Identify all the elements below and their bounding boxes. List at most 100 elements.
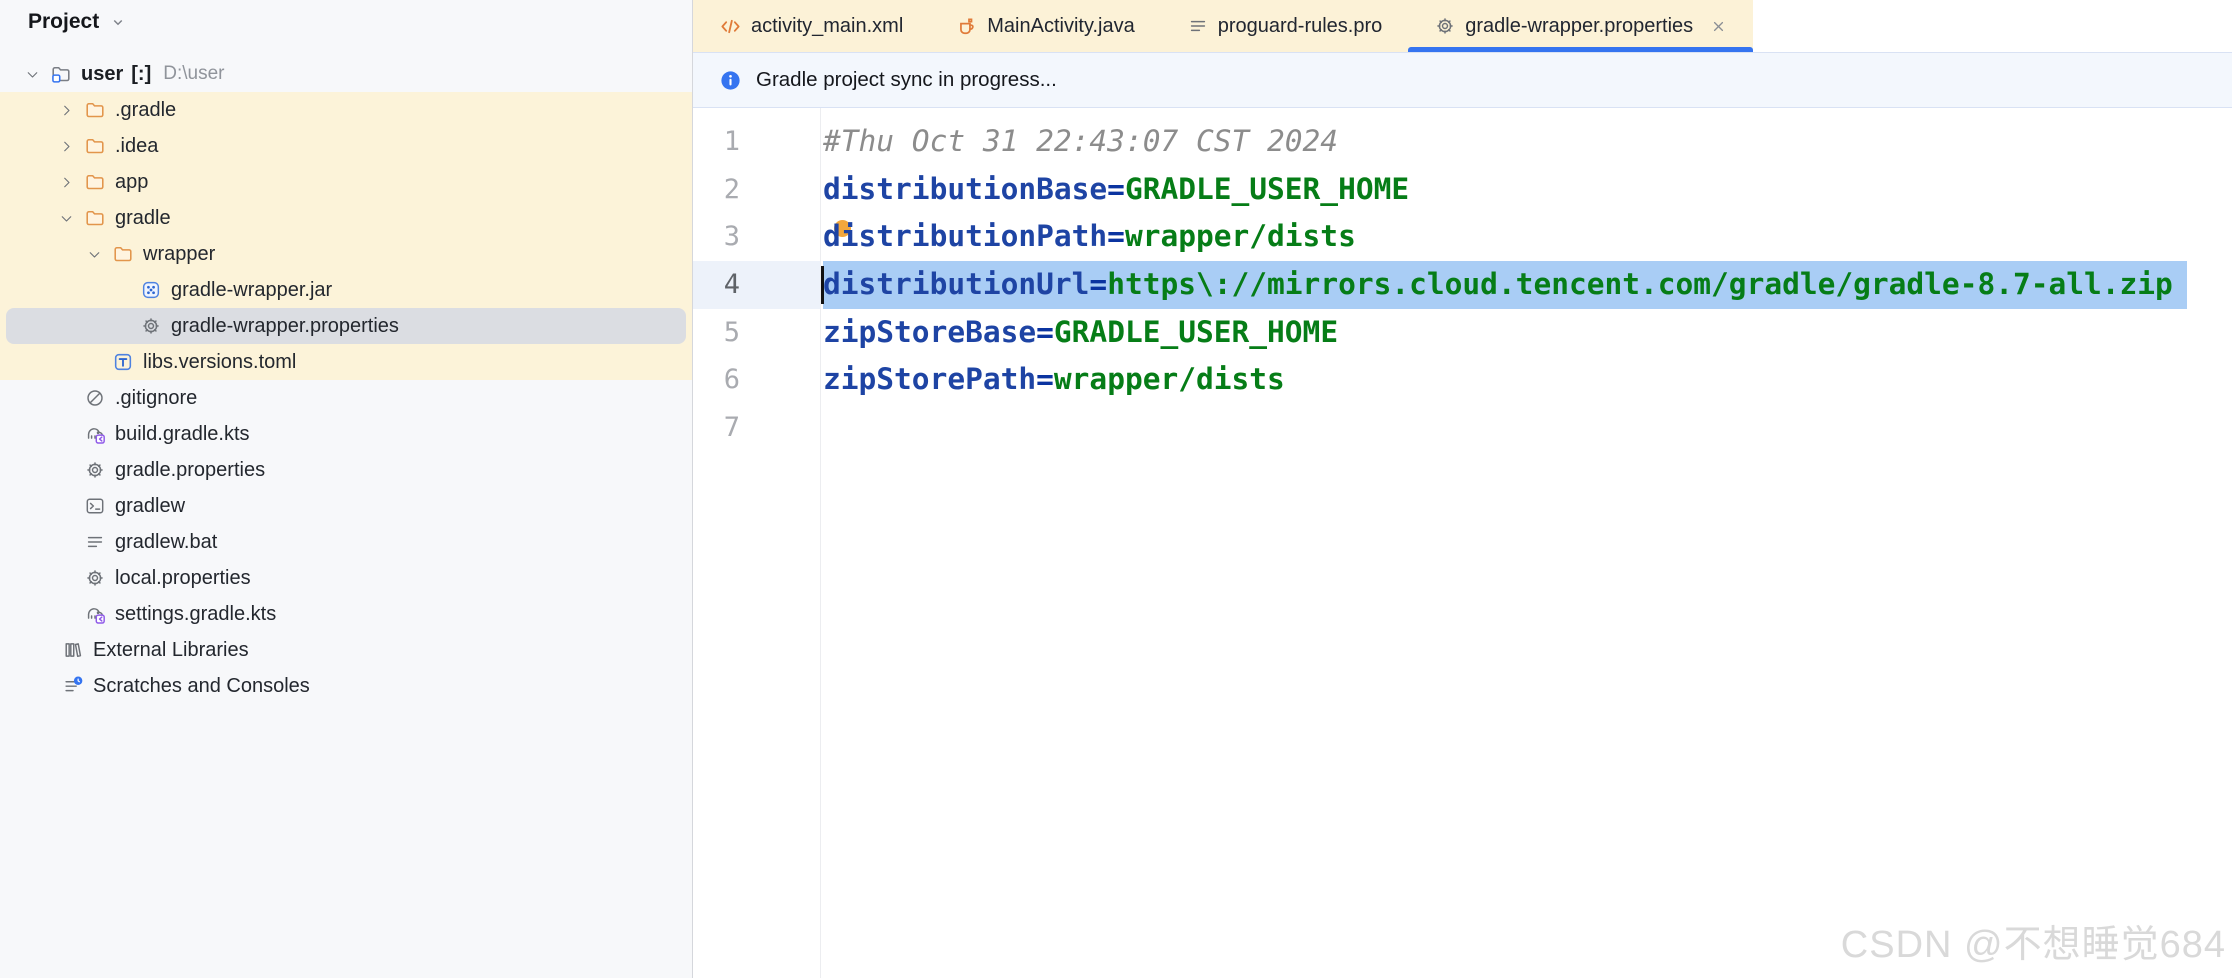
code-text[interactable]: distributionUrl=https\://mirrors.cloud.t… bbox=[820, 261, 2187, 309]
tree-item-app[interactable]: app bbox=[0, 164, 692, 200]
line-number[interactable]: 3 bbox=[693, 213, 820, 261]
tree-item-libs-versions-toml[interactable]: libs.versions.toml bbox=[0, 344, 692, 380]
ide-window: Project user[:]D:\user .gradle .idea app gra… bbox=[0, 0, 2232, 978]
gear-icon bbox=[84, 459, 106, 481]
ignore-icon bbox=[84, 387, 106, 409]
code-editor[interactable]: 1#Thu Oct 31 22:43:07 CST 20242distribut… bbox=[693, 108, 2232, 978]
property-value: wrapper/dists bbox=[1125, 219, 1356, 253]
toml-icon bbox=[112, 351, 134, 373]
tree-item-label: build.gradle.kts bbox=[115, 423, 250, 446]
xml-icon bbox=[719, 15, 742, 38]
code-text[interactable]: distributionPath=wrapper/dists bbox=[820, 213, 1356, 261]
folder-icon bbox=[84, 171, 106, 193]
tree-item-gradlew[interactable]: gradlew bbox=[0, 488, 692, 524]
gear-icon bbox=[1434, 15, 1456, 37]
code-line-6[interactable]: 6zipStorePath=wrapper/dists bbox=[693, 356, 2232, 404]
tree-item-label: gradle bbox=[115, 207, 171, 230]
tree-item-label: gradle-wrapper.jar bbox=[171, 279, 332, 302]
gear-icon bbox=[84, 567, 106, 589]
chevron-down-icon[interactable] bbox=[82, 242, 106, 266]
gradle-kts-icon bbox=[84, 603, 106, 625]
chevron-right-icon[interactable] bbox=[54, 170, 78, 194]
tree-item-idea[interactable]: .idea bbox=[0, 128, 692, 164]
code-line-3[interactable]: 3distributionPath=wrapper/dists bbox=[693, 213, 2232, 261]
editor-tabs: activity_main.xmlMainActivity.java progua… bbox=[693, 0, 1753, 52]
tree-item-user[interactable]: user[:]D:\user bbox=[0, 56, 692, 92]
tree-item-label: gradlew bbox=[115, 495, 185, 518]
line-number[interactable]: 4 bbox=[693, 261, 820, 309]
line-number[interactable]: 7 bbox=[693, 404, 820, 452]
editor-lines: 1#Thu Oct 31 22:43:07 CST 20242distribut… bbox=[693, 108, 2232, 452]
tree-item-scratches-and-consoles[interactable]: Scratches and Consoles bbox=[0, 668, 692, 704]
line-number[interactable]: 1 bbox=[693, 118, 820, 166]
tree-item-label: .gradle bbox=[115, 99, 176, 122]
tab-label: gradle-wrapper.properties bbox=[1465, 15, 1693, 38]
gradle-kts-icon bbox=[84, 423, 106, 445]
tree-item-external-libraries[interactable]: External Libraries bbox=[0, 632, 692, 668]
tree-item-label: settings.gradle.kts bbox=[115, 603, 276, 626]
code-line-1[interactable]: 1#Thu Oct 31 22:43:07 CST 2024 bbox=[693, 118, 2232, 166]
folder-icon bbox=[84, 99, 106, 121]
chevron-right-icon[interactable] bbox=[54, 134, 78, 158]
tree-item-gradle[interactable]: gradle bbox=[0, 200, 692, 236]
property-key: distributionPath bbox=[823, 219, 1107, 253]
project-panel-header: Project bbox=[0, 0, 692, 44]
tab-gradle-wrapper-properties[interactable]: gradle-wrapper.properties bbox=[1408, 0, 1753, 52]
code-line-4[interactable]: 4distributionUrl=https\://mirrors.cloud.… bbox=[693, 261, 2232, 309]
code-text[interactable]: zipStorePath=wrapper/dists bbox=[820, 356, 1285, 404]
property-separator: = bbox=[1036, 315, 1054, 349]
tree-item-local-properties[interactable]: local.properties bbox=[0, 560, 692, 596]
tab-mainactivity-java[interactable]: MainActivity.java bbox=[929, 0, 1160, 52]
line-number[interactable]: 6 bbox=[693, 356, 820, 404]
tree-item-gitignore[interactable]: .gitignore bbox=[0, 380, 692, 416]
code-text[interactable]: distributionBase=GRADLE_USER_HOME bbox=[820, 166, 1409, 214]
tab-proguard-rules-pro[interactable]: proguard-rules.pro bbox=[1161, 0, 1409, 52]
project-path: D:\user bbox=[163, 63, 224, 85]
project-tree: user[:]D:\user .gradle .idea app gradle wrapp… bbox=[0, 56, 692, 704]
close-tab-icon[interactable] bbox=[1710, 18, 1727, 35]
property-key: distributionBase bbox=[823, 172, 1107, 206]
java-icon bbox=[955, 15, 978, 38]
code-line-5[interactable]: 5zipStoreBase=GRADLE_USER_HOME bbox=[693, 309, 2232, 357]
tree-item-label: Scratches and Consoles bbox=[93, 675, 310, 698]
tree-item-gradle-wrapper-jar[interactable]: gradle-wrapper.jar bbox=[0, 272, 692, 308]
code-text[interactable]: #Thu Oct 31 22:43:07 CST 2024 bbox=[820, 118, 1338, 166]
tree-item-settings-gradle-kts[interactable]: settings.gradle.kts bbox=[0, 596, 692, 632]
tab-activity-main-xml[interactable]: activity_main.xml bbox=[693, 0, 929, 52]
property-value: GRADLE_USER_HOME bbox=[1125, 172, 1409, 206]
chevron-down-icon[interactable] bbox=[109, 13, 127, 31]
tree-item-gradle[interactable]: .gradle bbox=[0, 92, 692, 128]
tree-item-label: libs.versions.toml bbox=[143, 351, 296, 374]
gear-icon bbox=[140, 315, 162, 337]
tree-item-wrapper[interactable]: wrapper bbox=[0, 236, 692, 272]
lines-icon bbox=[84, 531, 106, 553]
line-number[interactable]: 5 bbox=[693, 309, 820, 357]
selection-highlight: distributionUrl=https\://mirrors.cloud.t… bbox=[823, 261, 2187, 309]
panel-title[interactable]: Project bbox=[28, 10, 99, 34]
tree-item-build-gradle-kts[interactable]: build.gradle.kts bbox=[0, 416, 692, 452]
code-text[interactable] bbox=[820, 404, 823, 452]
info-icon bbox=[719, 69, 742, 92]
chevron-down-icon[interactable] bbox=[20, 62, 44, 86]
property-key: zipStorePath bbox=[823, 362, 1036, 396]
code-text[interactable]: zipStoreBase=GRADLE_USER_HOME bbox=[820, 309, 1338, 357]
comment-text: #Thu Oct 31 22:43:07 CST 2024 bbox=[823, 124, 1338, 158]
tree-item-gradle-properties[interactable]: gradle.properties bbox=[0, 452, 692, 488]
scratches-icon bbox=[62, 675, 84, 697]
tab-label: proguard-rules.pro bbox=[1218, 15, 1383, 38]
chevron-down-icon[interactable] bbox=[54, 206, 78, 230]
tree-item-gradlew-bat[interactable]: gradlew.bat bbox=[0, 524, 692, 560]
library-icon bbox=[62, 639, 84, 661]
tree-item-label: app bbox=[115, 171, 148, 194]
tree-item-gradle-wrapper-properties[interactable]: gradle-wrapper.properties bbox=[0, 308, 692, 344]
code-line-7[interactable]: 7 bbox=[693, 404, 2232, 452]
editor-pane: activity_main.xmlMainActivity.java progua… bbox=[693, 0, 2232, 978]
chevron-right-icon[interactable] bbox=[54, 98, 78, 122]
property-separator: = bbox=[1089, 267, 1107, 301]
line-number[interactable]: 2 bbox=[693, 166, 820, 214]
tree-item-label: gradle.properties bbox=[115, 459, 265, 482]
text-caret bbox=[821, 266, 824, 304]
folder-icon bbox=[84, 207, 106, 229]
sync-banner-text: Gradle project sync in progress... bbox=[756, 68, 1057, 92]
code-line-2[interactable]: 2distributionBase=GRADLE_USER_HOME bbox=[693, 166, 2232, 214]
